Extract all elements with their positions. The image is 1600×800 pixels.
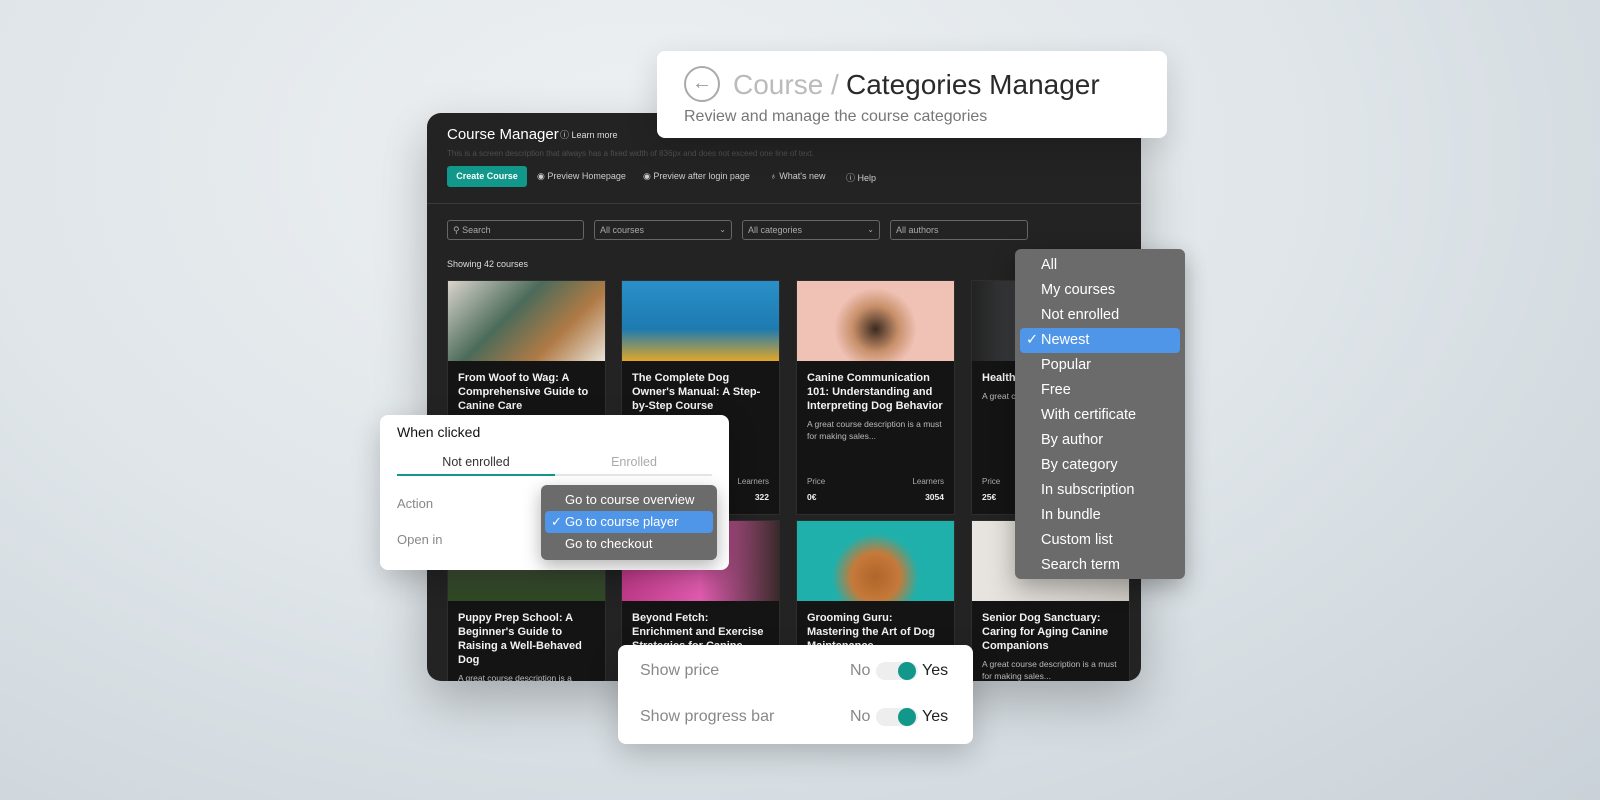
chevron-down-icon: ⌄ [867, 225, 874, 234]
menu-item[interactable]: Popular [1020, 353, 1180, 378]
menu-item[interactable]: Custom list [1020, 528, 1180, 553]
price-label: Price [982, 477, 1001, 486]
course-thumbnail [797, 521, 954, 601]
menu-item[interactable]: All [1020, 253, 1180, 278]
help-icon: ⓘ [846, 173, 858, 183]
course-title: The Complete Dog Owner's Manual: A Step-… [632, 372, 761, 412]
screen-description: This is a screen description that always… [447, 149, 814, 158]
show-price-label: Show price [640, 662, 720, 679]
section-title: When clicked [397, 424, 481, 440]
menu-item[interactable]: ✓ Newest [1020, 328, 1180, 353]
menu-item[interactable]: By author [1020, 428, 1180, 453]
course-thumbnail [622, 281, 779, 361]
course-title: Puppy Prep School: A Beginner's Guide to… [458, 612, 582, 666]
learn-more-link[interactable]: ⓘ Learn more [560, 128, 618, 141]
tab-active-indicator [397, 474, 555, 476]
menu-item[interactable]: Go to checkout [545, 533, 713, 555]
course-thumbnail [448, 281, 605, 361]
toggle-knob [898, 708, 916, 726]
learners-value: 3054 [925, 492, 944, 502]
show-progress-bar-label: Show progress bar [640, 708, 775, 725]
toggle-yes-label: Yes [922, 662, 949, 679]
price-label: Price [807, 477, 826, 486]
course-thumbnail [797, 281, 954, 361]
chevron-down-icon: ⌄ [719, 225, 726, 234]
check-icon: ✓ [1026, 332, 1039, 348]
filter-dropdown-menu: All My courses Not enrolled ✓ Newest Popular F… [1015, 249, 1185, 579]
show-progress-bar-toggle[interactable] [876, 708, 918, 726]
page-subtitle: Review and manage the course categories [684, 108, 988, 125]
preview-homepage-link[interactable]: ◉ Preview Homepage [537, 171, 626, 182]
toggle-no-label: No [850, 662, 871, 679]
search-input[interactable]: ⚲ Search [447, 220, 584, 240]
menu-item[interactable]: Search term [1020, 553, 1180, 578]
help-link[interactable]: ⓘ Help [846, 171, 876, 184]
courses-filter-select[interactable]: All courses ⌄ [594, 220, 732, 240]
action-label: Action [397, 496, 434, 511]
action-dropdown-menu: Go to course overview ✓ Go to course playe… [541, 485, 717, 560]
create-course-button[interactable]: Create Course [447, 166, 527, 187]
menu-item[interactable]: By category [1020, 453, 1180, 478]
tab-not-enrolled[interactable]: Not enrolled [397, 455, 555, 469]
rocket-icon: ♁ [770, 171, 780, 181]
divider [427, 203, 1141, 204]
course-title: From Woof to Wag: A Comprehensive Guide … [458, 372, 589, 412]
course-card[interactable]: Canine Communication 101: Understanding … [796, 280, 955, 515]
open-in-label: Open in [397, 532, 443, 547]
toggle-no-label: No [850, 708, 871, 725]
authors-filter-select[interactable]: All authors [890, 220, 1028, 240]
learners-label: Learners [737, 477, 769, 486]
search-icon: ⚲ [453, 225, 463, 235]
tab-enrolled[interactable]: Enrolled [555, 455, 713, 469]
course-title: Canine Communication 101: Understanding … [807, 372, 943, 412]
eye-icon: ◉ [537, 171, 548, 181]
display-toggles-panel: Show price No Yes Show progress bar No Y… [618, 645, 973, 744]
menu-item[interactable]: In bundle [1020, 503, 1180, 528]
course-description: A great course description is a must for… [807, 419, 942, 441]
toggle-knob [898, 662, 916, 680]
whats-new-link[interactable]: ♁ What's new [770, 171, 826, 181]
course-description: A great course description is a [458, 673, 572, 681]
breadcrumb-current: Categories Manager [846, 69, 1100, 100]
menu-item[interactable]: Go to course overview [545, 489, 713, 511]
course-description: A great course description is a must for… [982, 659, 1117, 681]
show-price-toggle[interactable] [876, 662, 918, 680]
help-icon: ⓘ [560, 130, 572, 140]
eye-icon: ◉ [643, 171, 654, 181]
page-title: Course Manager [447, 126, 559, 143]
course-title: Senior Dog Sanctuary: Caring for Aging C… [982, 612, 1109, 652]
toggle-yes-label: Yes [922, 708, 949, 725]
breadcrumb-header: ← Course / Categories Manager Review and… [657, 51, 1167, 138]
menu-item[interactable]: My courses [1020, 278, 1180, 303]
back-arrow-icon[interactable]: ← [684, 66, 720, 102]
learners-value: 322 [754, 492, 769, 502]
categories-filter-select[interactable]: All categories ⌄ [742, 220, 880, 240]
learners-label: Learners [912, 477, 944, 486]
price-value: 25€ [982, 492, 997, 502]
menu-item[interactable]: Free [1020, 378, 1180, 403]
menu-item[interactable]: In subscription [1020, 478, 1180, 503]
price-value: 0€ [807, 492, 817, 502]
menu-item[interactable]: Not enrolled [1020, 303, 1180, 328]
check-icon: ✓ [551, 514, 562, 529]
menu-item[interactable]: With certificate [1020, 403, 1180, 428]
preview-after-login-link[interactable]: ◉ Preview after login page [643, 171, 750, 182]
breadcrumb-parent[interactable]: Course / [733, 69, 839, 101]
results-count: Showing 42 courses [447, 259, 529, 269]
menu-item[interactable]: ✓ Go to course player [545, 511, 713, 533]
